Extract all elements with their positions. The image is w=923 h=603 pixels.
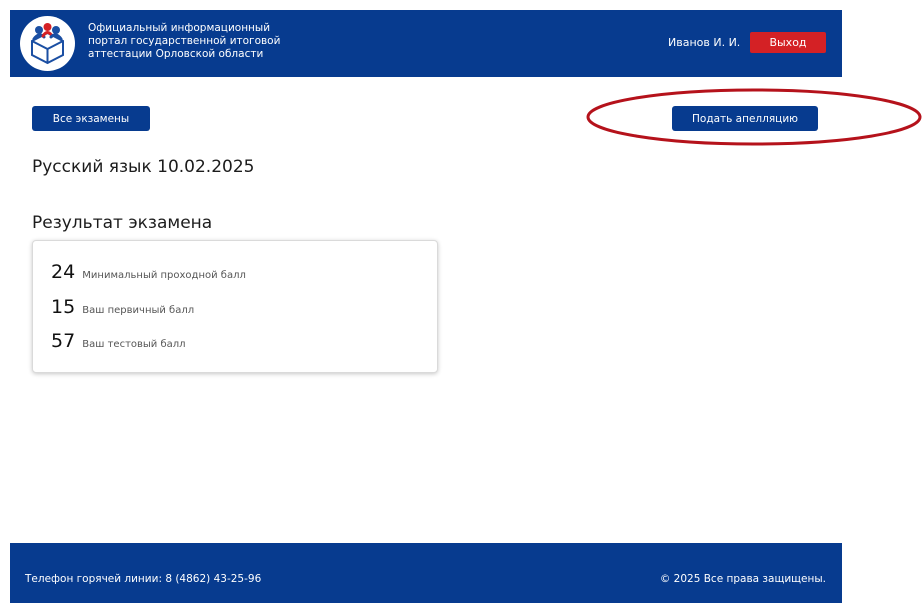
min-passing-score-row: 24 Минимальный проходной балл [51,261,246,283]
result-section-title: Результат экзамена [32,213,213,233]
portal-title-line: портал государственной итоговой [88,35,281,47]
site-header: Официальный информационный портал госуда… [10,10,842,77]
portal-title-line: Официальный информационный [88,22,271,34]
all-exams-button[interactable]: Все экзамены [32,106,150,131]
site-footer: Телефон горячей линии: 8 (4862) 43-25-96… [10,543,842,603]
result-card: 24 Минимальный проходной балл 15 Ваш пер… [32,240,438,373]
portal-title: Официальный информационный портал госуда… [88,22,328,61]
gia-logo-icon[interactable] [20,16,75,71]
submit-appeal-button[interactable]: Подать апелляцию [672,106,818,131]
score-value: 15 [51,296,76,318]
copyright: © 2025 Все права защищены. [659,573,826,585]
portal-title-line: аттестации Орловской области [88,48,264,60]
test-score-row: 57 Ваш тестовый балл [51,330,186,352]
primary-score-row: 15 Ваш первичный балл [51,296,194,318]
score-label: Ваш первичный балл [82,305,195,316]
score-label: Минимальный проходной балл [82,270,246,281]
hotline-phone: Телефон горячей линии: 8 (4862) 43-25-96 [25,573,262,585]
score-label: Ваш тестовый балл [82,339,186,350]
logout-button[interactable]: Выход [750,32,826,53]
score-value: 24 [51,261,76,283]
gia-logo-graphic [31,23,64,65]
exam-title: Русский язык 10.02.2025 [32,157,255,177]
score-value: 57 [51,330,76,352]
user-name: Иванов И. И. [668,36,741,49]
